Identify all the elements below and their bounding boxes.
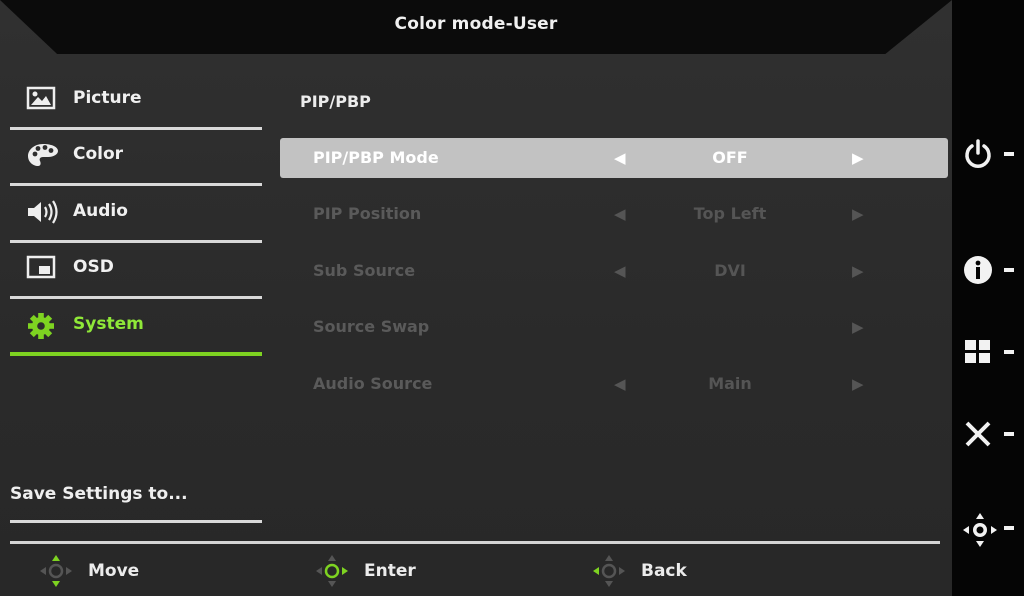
setting-row-sub-source[interactable]: Sub Source ◀ DVI ▶: [280, 251, 948, 291]
setting-label: Sub Source: [313, 261, 416, 280]
setting-row-source-swap[interactable]: Source Swap ▶: [280, 307, 948, 347]
sidebar-item-label: System: [73, 314, 144, 334]
info-icon: [964, 256, 992, 284]
footer-divider: [10, 541, 940, 544]
setting-value: DVI: [714, 261, 746, 280]
grid-hotkey[interactable]: [952, 332, 1024, 372]
setting-label: PIP Position: [313, 204, 422, 223]
window-title: Color mode-User: [394, 14, 558, 34]
setting-row-audio-source[interactable]: Audio Source ◀ Main ▶: [280, 364, 948, 404]
hotkey-panel: [952, 0, 1024, 596]
grid-icon: [965, 340, 990, 363]
setting-value: OFF: [712, 148, 748, 167]
osd-window-icon: [26, 255, 58, 281]
sidebar-item-osd[interactable]: OSD: [10, 243, 262, 299]
divider: [10, 520, 262, 523]
joystick-hotkey[interactable]: [952, 508, 1024, 548]
info-hotkey[interactable]: [952, 250, 1024, 290]
right-arrow-icon[interactable]: ▶: [852, 318, 864, 336]
save-settings-button[interactable]: Save Settings to...: [10, 484, 188, 504]
sidebar-item-color[interactable]: Color: [10, 130, 262, 186]
setting-label: Audio Source: [313, 374, 433, 393]
setting-label: Source Swap: [313, 317, 430, 336]
right-arrow-icon[interactable]: ▶: [852, 262, 864, 280]
divider: [10, 183, 262, 186]
hint-label: Back: [641, 561, 687, 581]
hotkey-dash: [1004, 152, 1014, 156]
joystick-icon: [963, 513, 997, 547]
sidebar-item-label: Picture: [73, 88, 142, 108]
sidebar-item-label: Color: [73, 144, 124, 164]
section-title: PIP/PBP: [300, 92, 371, 111]
hotkey-dash: [1004, 268, 1014, 272]
active-underline: [10, 352, 262, 356]
setting-row-pip-position[interactable]: PIP Position ◀ Top Left ▶: [280, 194, 948, 234]
power-icon: [965, 139, 991, 168]
close-icon: [965, 421, 991, 447]
hotkey-dash: [1004, 526, 1014, 530]
sidebar-item-picture[interactable]: Picture: [10, 74, 262, 130]
right-arrow-icon[interactable]: ▶: [852, 375, 864, 393]
sidebar-item-audio[interactable]: Audio: [10, 187, 262, 243]
power-hotkey[interactable]: [952, 134, 1024, 174]
speaker-icon: [26, 199, 58, 225]
left-arrow-icon[interactable]: ◀: [614, 205, 626, 223]
setting-value: Main: [708, 374, 752, 393]
palette-icon: [26, 142, 58, 168]
picture-icon: [26, 86, 58, 112]
hotkey-dash: [1004, 432, 1014, 436]
right-arrow-icon[interactable]: ▶: [852, 205, 864, 223]
setting-label: PIP/PBP Mode: [313, 148, 439, 167]
right-arrow-icon[interactable]: ▶: [852, 149, 864, 167]
hint-label: Enter: [364, 561, 416, 581]
gear-icon: [26, 312, 58, 339]
sidebar-item-label: Audio: [73, 201, 128, 221]
divider: [10, 296, 262, 299]
setting-row-pip-pbp-mode[interactable]: PIP/PBP Mode ◀ OFF ▶: [280, 138, 948, 178]
left-arrow-icon[interactable]: ◀: [614, 149, 626, 167]
setting-value: Top Left: [693, 204, 767, 223]
close-hotkey[interactable]: [952, 414, 1024, 454]
hotkey-dash: [1004, 350, 1014, 354]
sidebar-item-system[interactable]: System: [10, 300, 262, 356]
left-arrow-icon[interactable]: ◀: [614, 375, 626, 393]
sidebar-item-label: OSD: [73, 257, 114, 277]
hint-label: Move: [88, 561, 140, 581]
left-arrow-icon[interactable]: ◀: [614, 262, 626, 280]
